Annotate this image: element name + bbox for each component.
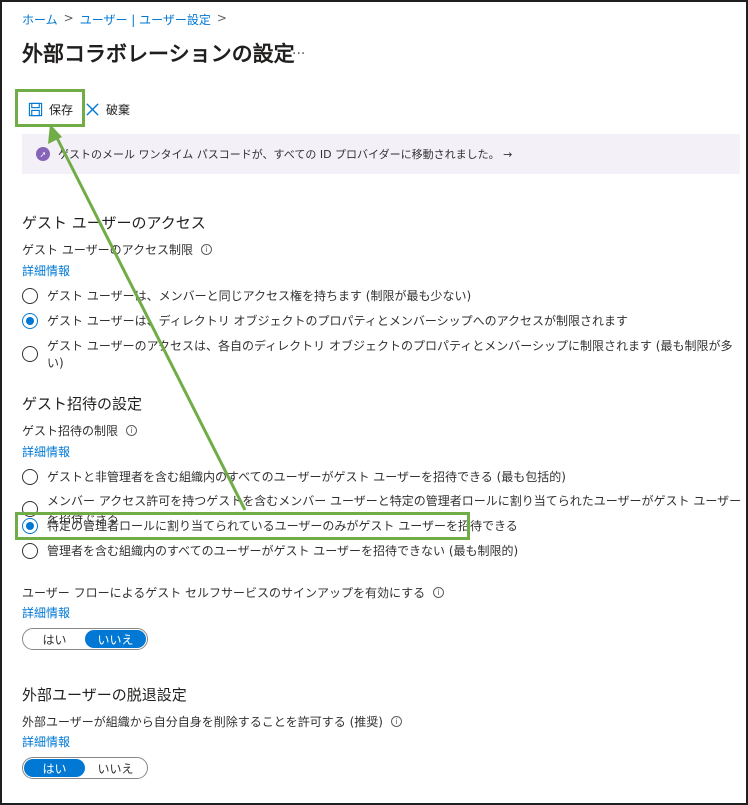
leave-toggle[interactable]: はい いいえ bbox=[22, 757, 148, 779]
guest-invite-option-0[interactable]: ゲストと非管理者を含む組織内のすべてのユーザーがゲスト ユーザーを招待できる (… bbox=[22, 468, 566, 485]
breadcrumb: ホーム > ユーザー | ユーザー設定 > bbox=[22, 11, 227, 28]
discard-label: 破棄 bbox=[106, 102, 131, 117]
info-banner[interactable]: ➚ ゲストのメール ワンタイム パスコードが、すべての ID プロバイダーに移動… bbox=[22, 134, 740, 174]
breadcrumb-home[interactable]: ホーム bbox=[22, 11, 58, 28]
breadcrumb-separator: > bbox=[216, 11, 227, 25]
radio-button[interactable] bbox=[22, 312, 38, 329]
toggle-no[interactable]: いいえ bbox=[85, 759, 146, 777]
info-icon[interactable]: i bbox=[126, 425, 138, 436]
rocket-icon: ➚ bbox=[36, 147, 50, 161]
self-service-label: ユーザー フローによるゲスト セルフサービスのサインアップを有効にする i bbox=[22, 584, 445, 601]
toggle-yes[interactable]: はい bbox=[24, 630, 85, 648]
close-icon bbox=[86, 102, 99, 116]
radio-label: ゲスト ユーザーは、ディレクトリ オブジェクトのプロパティとメンバーシップへのア… bbox=[47, 314, 628, 328]
guest-access-option-2[interactable]: ゲスト ユーザーのアクセスは、各自のディレクトリ オブジェクトのプロパティとメン… bbox=[22, 337, 748, 371]
radio-highlight-box bbox=[15, 512, 470, 540]
info-icon[interactable]: i bbox=[433, 587, 445, 598]
leave-learn-more-link[interactable]: 詳細情報 bbox=[22, 733, 70, 750]
self-service-toggle[interactable]: はい いいえ bbox=[22, 628, 148, 650]
guest-access-title: ゲスト ユーザーのアクセス bbox=[22, 214, 206, 232]
guest-access-learn-more-link[interactable]: 詳細情報 bbox=[22, 262, 70, 279]
radio-button[interactable] bbox=[22, 542, 38, 559]
radio-label: ゲストと非管理者を含む組織内のすべてのユーザーがゲスト ユーザーを招待できる (… bbox=[47, 470, 566, 484]
leave-label: 外部ユーザーが組織から自分自身を削除することを許可する (推奨) i bbox=[22, 713, 402, 730]
radio-label: 管理者を含む組織内のすべてのユーザーがゲスト ユーザーを招待できない (最も制限… bbox=[47, 544, 519, 558]
save-highlight-box bbox=[15, 89, 85, 127]
radio-label: ゲスト ユーザーは、メンバーと同じアクセス権を持ちます (制限が最も少ない) bbox=[47, 289, 472, 303]
banner-text: ゲストのメール ワンタイム パスコードが、すべての ID プロバイダーに移動され… bbox=[58, 148, 513, 161]
leave-label-text: 外部ユーザーが組織から自分自身を削除することを許可する (推奨) bbox=[22, 715, 383, 729]
info-icon[interactable]: i bbox=[390, 716, 402, 727]
guest-invite-title: ゲスト招待の設定 bbox=[22, 395, 143, 413]
guest-access-label: ゲスト ユーザーのアクセス制限 i bbox=[22, 241, 212, 258]
radio-button[interactable] bbox=[22, 468, 38, 485]
guest-invite-option-3[interactable]: 管理者を含む組織内のすべてのユーザーがゲスト ユーザーを招待できない (最も制限… bbox=[22, 542, 518, 559]
more-icon[interactable]: ... bbox=[292, 42, 305, 58]
self-service-learn-more-link[interactable]: 詳細情報 bbox=[22, 604, 70, 621]
breadcrumb-separator: > bbox=[63, 11, 74, 25]
page-title: 外部コラボレーションの設定 bbox=[22, 42, 295, 66]
self-service-label-text: ユーザー フローによるゲスト セルフサービスのサインアップを有効にする bbox=[22, 586, 426, 600]
radio-label: ゲスト ユーザーのアクセスは、各自のディレクトリ オブジェクトのプロパティとメン… bbox=[47, 339, 733, 370]
guest-invite-learn-more-link[interactable]: 詳細情報 bbox=[22, 443, 70, 460]
toggle-no[interactable]: いいえ bbox=[85, 630, 146, 648]
leave-settings-title: 外部ユーザーの脱退設定 bbox=[22, 686, 187, 704]
radio-button[interactable] bbox=[22, 287, 38, 304]
breadcrumb-users[interactable]: ユーザー | ユーザー設定 bbox=[80, 11, 211, 28]
info-icon[interactable]: i bbox=[200, 244, 212, 255]
radio-button[interactable] bbox=[22, 346, 38, 362]
toggle-yes[interactable]: はい bbox=[24, 759, 85, 777]
guest-invite-label-text: ゲスト招待の制限 bbox=[22, 424, 119, 438]
guest-invite-label: ゲスト招待の制限 i bbox=[22, 422, 138, 439]
guest-access-label-text: ゲスト ユーザーのアクセス制限 bbox=[22, 243, 193, 257]
guest-access-option-0[interactable]: ゲスト ユーザーは、メンバーと同じアクセス権を持ちます (制限が最も少ない) bbox=[22, 287, 471, 304]
discard-button[interactable]: 破棄 bbox=[79, 96, 136, 122]
guest-access-option-1[interactable]: ゲスト ユーザーは、ディレクトリ オブジェクトのプロパティとメンバーシップへのア… bbox=[22, 312, 628, 329]
